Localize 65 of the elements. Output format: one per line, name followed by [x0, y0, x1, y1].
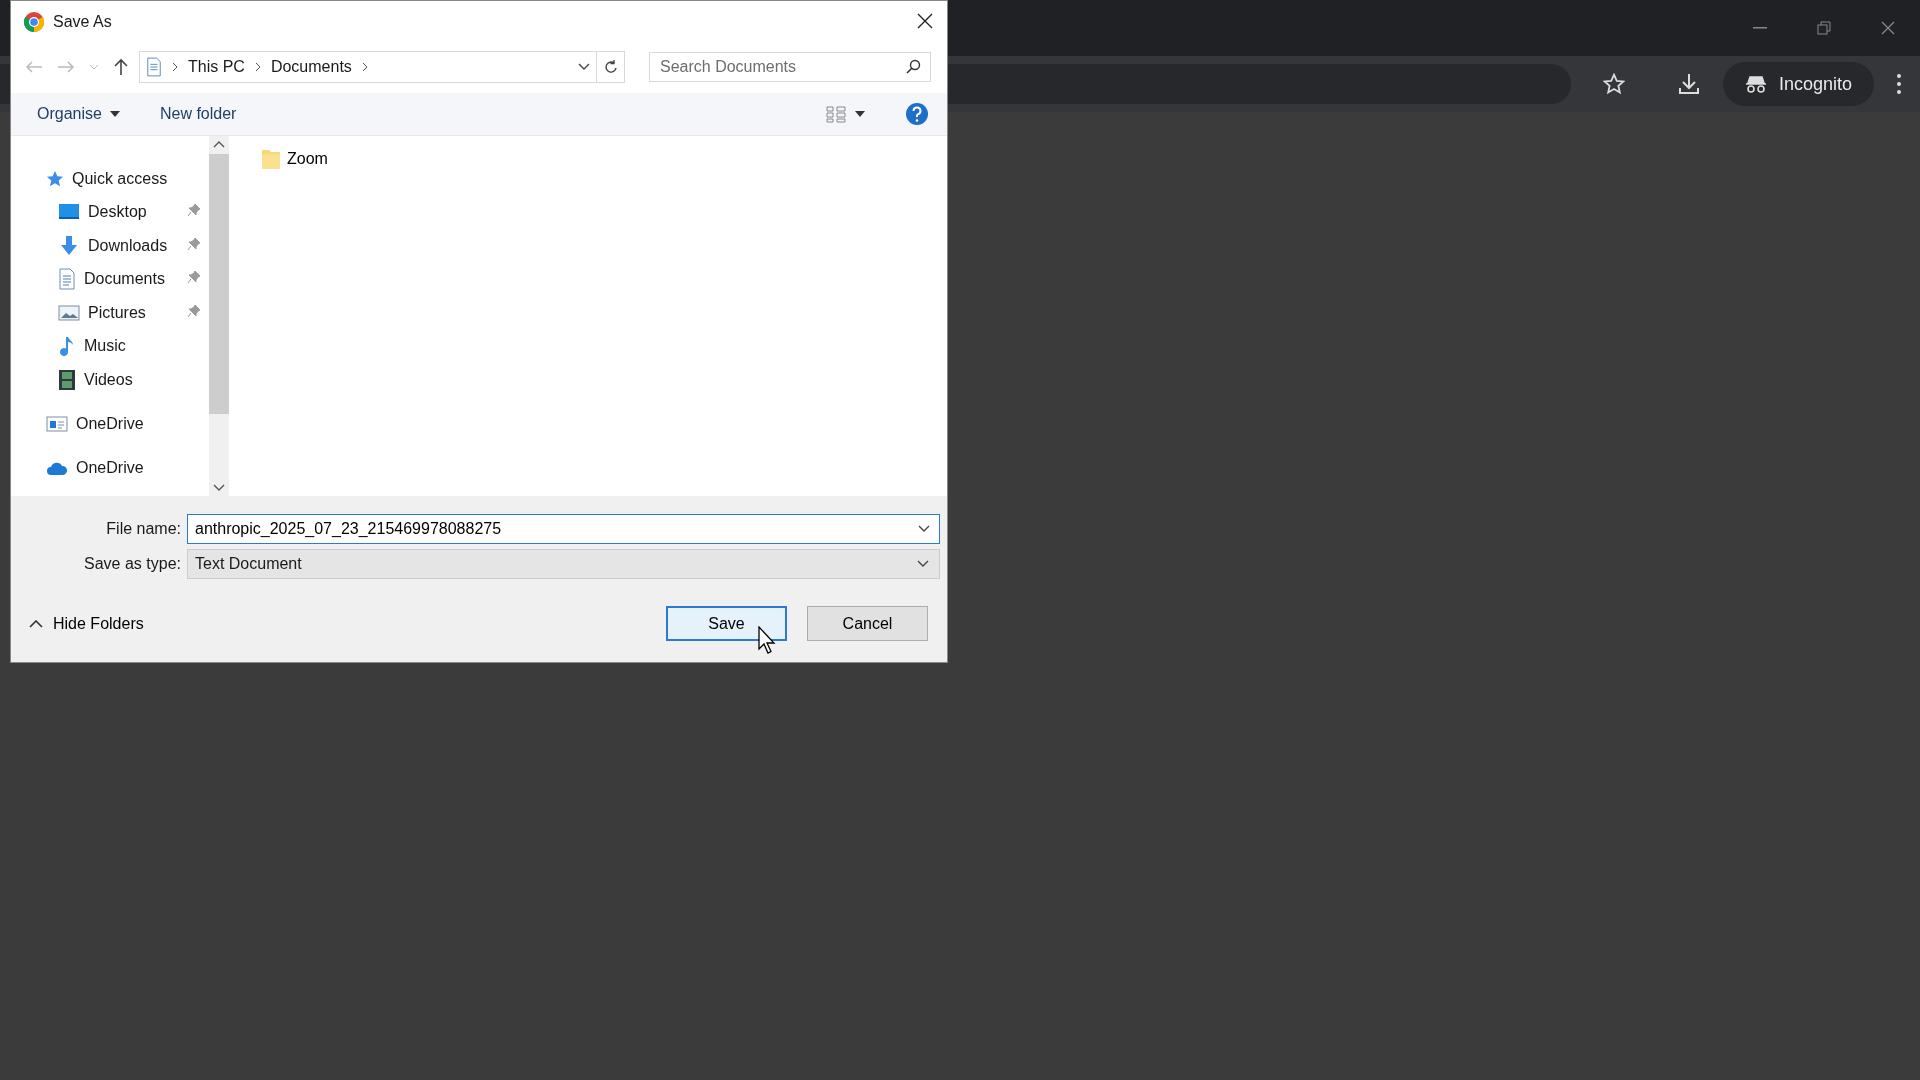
pointer-icon — [758, 626, 776, 654]
file-name-field[interactable]: anthropic_2025_07_23_215469978088275 — [187, 514, 940, 544]
close-icon — [917, 12, 933, 29]
chevron-icon — [172, 62, 178, 72]
dropdown-icon[interactable] — [578, 63, 590, 71]
scrollbar[interactable] — [209, 136, 229, 496]
star-icon — [46, 169, 64, 188]
nav-item[interactable]: Quick access — [11, 162, 209, 196]
dropdown-icon[interactable] — [918, 525, 930, 533]
incognito-button[interactable]: Incognito — [1722, 62, 1874, 106]
close-icon[interactable] — [1881, 21, 1895, 35]
organise-button[interactable]: Organise — [37, 105, 120, 123]
chevron-icon — [254, 62, 261, 72]
window-title: Save As — [53, 13, 112, 31]
pin-icon[interactable] — [187, 203, 201, 218]
chevron-icon — [361, 62, 368, 72]
menu-icon[interactable] — [1896, 73, 1902, 95]
film-icon — [58, 368, 76, 391]
breadcrumb-item[interactable]: Documents — [270, 58, 352, 76]
help-icon[interactable] — [905, 102, 929, 126]
scroll-up-icon[interactable] — [213, 140, 225, 148]
nav-item[interactable]: Pictures — [11, 296, 209, 330]
nav-item[interactable]: OneDrive — [11, 407, 209, 441]
caret-up-icon — [29, 619, 43, 628]
new-folder-button[interactable]: New folder — [159, 105, 237, 123]
drive-card-icon — [46, 415, 68, 434]
file-type-dropdown[interactable]: Text Document — [187, 549, 940, 579]
picture-frame-icon — [58, 303, 80, 322]
nav-item[interactable]: Desktop — [11, 195, 209, 229]
file-item[interactable]: Zoom — [261, 148, 328, 170]
cloud-icon — [46, 460, 68, 477]
up-arrow-icon[interactable] — [113, 58, 129, 76]
pin-icon[interactable] — [187, 303, 201, 318]
star-icon[interactable] — [1602, 73, 1625, 95]
download-icon — [58, 234, 80, 257]
restore-icon[interactable] — [1817, 21, 1831, 35]
view-grid-icon — [825, 105, 847, 123]
cancel-button[interactable]: Cancel — [807, 606, 928, 641]
pin-icon[interactable] — [187, 236, 201, 251]
field-label: Save as type: — [83, 555, 182, 573]
refresh-icon — [603, 59, 618, 75]
nav-item[interactable]: Downloads — [11, 229, 209, 263]
document-icon — [58, 268, 76, 291]
music-note-icon — [58, 335, 76, 358]
breadcrumb-item[interactable]: This PC — [188, 58, 245, 76]
scroll-down-icon[interactable] — [213, 484, 225, 492]
hide-folders-button[interactable]: Hide Folders — [29, 614, 144, 633]
field-label: File name: — [105, 520, 182, 538]
nav-item[interactable]: Music — [11, 329, 209, 363]
nav-item[interactable]: Documents — [11, 262, 209, 296]
nav-item[interactable]: Videos — [11, 363, 209, 397]
monitor-icon — [58, 203, 80, 222]
dropdown-icon[interactable] — [917, 560, 929, 568]
pin-icon[interactable] — [187, 270, 201, 285]
view-options-button[interactable] — [825, 105, 865, 123]
browser-logo-icon — [23, 11, 45, 33]
nav-item[interactable]: OneDrive — [11, 451, 209, 486]
search-field[interactable]: Search Documents — [649, 52, 931, 82]
download-icon[interactable] — [1676, 72, 1701, 96]
search-icon — [905, 59, 921, 75]
document-icon — [146, 57, 162, 77]
incognito-icon — [1744, 74, 1767, 94]
folder-icon — [261, 148, 281, 170]
address-bar[interactable]: This PC Documents — [139, 51, 625, 83]
save-button[interactable]: Save — [666, 606, 787, 641]
